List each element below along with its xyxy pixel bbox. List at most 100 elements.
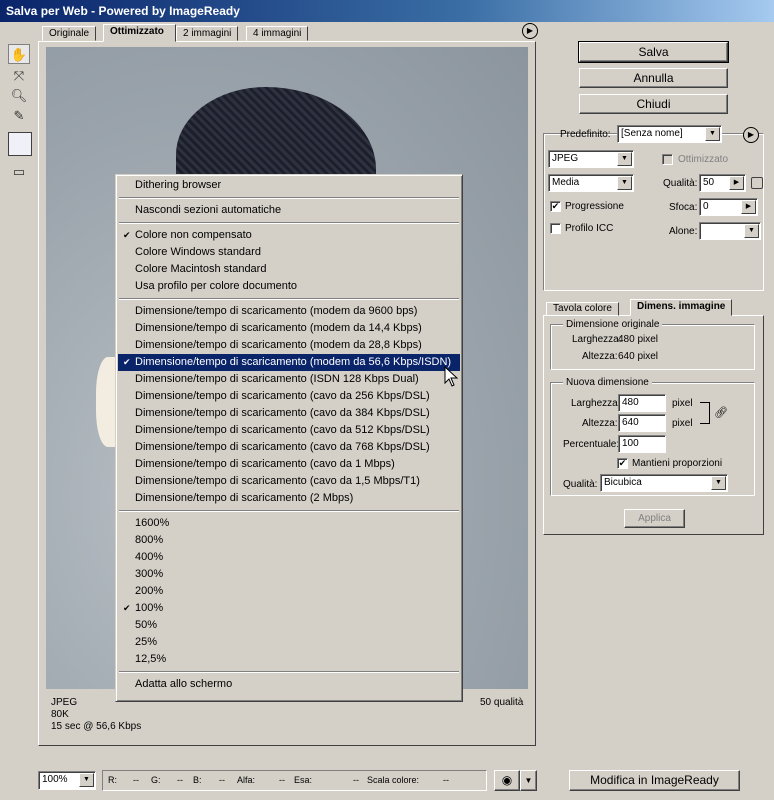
menu-item[interactable]: Dimensione/tempo di scaricamento (2 Mbps…	[118, 490, 460, 507]
menu-item[interactable]: 100%	[118, 600, 460, 617]
tab-4-up[interactable]: 4 immagini	[246, 26, 309, 41]
menu-item[interactable]: Dimensione/tempo di scaricamento (cavo d…	[118, 439, 460, 456]
menu-item[interactable]: Dimensione/tempo di scaricamento (modem …	[118, 303, 460, 320]
menu-item[interactable]: 12,5%	[118, 651, 460, 668]
menu-item[interactable]: 25%	[118, 634, 460, 651]
menu-item[interactable]: 300%	[118, 566, 460, 583]
menu-item[interactable]: Nascondi sezioni automatiche	[118, 202, 460, 219]
cancel-button[interactable]: Annulla	[579, 68, 728, 88]
preset-dropdown[interactable]: [Senza nome] ▼	[617, 125, 722, 143]
optimized-label: Ottimizzato	[678, 154, 729, 165]
menu-item[interactable]: Dimensione/tempo di scaricamento (cavo d…	[118, 473, 460, 490]
slice-select-tool-icon[interactable]: ⤧	[8, 66, 30, 86]
percent-input[interactable]: 100	[618, 435, 666, 453]
b-value: --	[219, 775, 225, 785]
height-label: Altezza:	[582, 418, 618, 429]
menu-item[interactable]: Dimensione/tempo di scaricamento (cavo d…	[118, 405, 460, 422]
progressive-checkbox[interactable]: ✔	[550, 201, 561, 212]
optimized-checkbox[interactable]	[662, 154, 673, 165]
mouse-cursor-icon	[444, 366, 459, 387]
menu-item[interactable]: 50%	[118, 617, 460, 634]
g-value: --	[177, 775, 183, 785]
menu-item[interactable]: Dimensione/tempo di scaricamento (modem …	[118, 354, 460, 371]
menu-item[interactable]: Dimensione/tempo di scaricamento (cavo d…	[118, 456, 460, 473]
image-info: JPEG 80K 15 sec @ 56,6 Kbps	[51, 697, 141, 733]
menu-item[interactable]: Dithering browser	[118, 177, 460, 194]
apply-button[interactable]: Applica	[624, 509, 685, 528]
hand-tool-icon[interactable]: ✋	[8, 44, 30, 64]
window-title: Salva per Web - Powered by ImageReady	[0, 0, 774, 22]
toggle-slices-icon[interactable]: ▭	[8, 162, 30, 182]
alpha-label: Alfa:	[237, 775, 256, 785]
menu-item[interactable]: 1600%	[118, 515, 460, 532]
link-bracket	[700, 402, 710, 424]
tab-2-up[interactable]: 2 immagini	[176, 26, 239, 41]
quality-level-dropdown[interactable]: Media ▼	[548, 174, 634, 192]
menu-item[interactable]: Dimensione/tempo di scaricamento (ISDN 1…	[118, 371, 460, 388]
menu-item[interactable]: Dimensione/tempo di scaricamento (modem …	[118, 320, 460, 337]
quality-value: 50	[703, 177, 715, 188]
constrain-proportions-checkbox[interactable]: ✔	[617, 458, 628, 469]
original-height-value: 640 pixel	[618, 351, 659, 362]
matte-label: Alone:	[669, 226, 698, 237]
progressive-label: Progressione	[565, 201, 624, 212]
quality-level-value: Media	[552, 177, 580, 188]
menu-item[interactable]: Dimensione/tempo di scaricamento (modem …	[118, 337, 460, 354]
browser-globe-icon: ◉	[501, 773, 513, 787]
close-button[interactable]: Chiudi	[579, 94, 728, 114]
color-index-value: --	[443, 775, 449, 785]
tab-color-table[interactable]: Tavola colore	[546, 302, 619, 316]
menu-item[interactable]: Usa profilo per colore documento	[118, 278, 460, 295]
chevron-right-icon: ▶	[729, 176, 744, 190]
menu-item[interactable]: Dimensione/tempo di scaricamento (cavo d…	[118, 422, 460, 439]
g-label: G:	[151, 775, 161, 785]
tab-original[interactable]: Originale	[42, 26, 97, 41]
settings-menu-arrow-icon[interactable]: ▶	[743, 127, 759, 143]
r-label: R:	[108, 775, 117, 785]
width-input[interactable]: 480	[618, 394, 666, 412]
browser-menu-button[interactable]: ▼	[520, 770, 537, 791]
menu-separator	[119, 197, 459, 199]
preview-menu-arrow-icon[interactable]: ▶	[522, 23, 538, 39]
format-value: JPEG	[552, 153, 579, 164]
menu-item[interactable]: 800%	[118, 532, 460, 549]
edit-in-imageready-button[interactable]: Modifica in ImageReady	[569, 770, 740, 791]
eyedropper-color-swatch[interactable]	[8, 132, 32, 156]
tab-image-size[interactable]: Dimens. immagine	[630, 299, 733, 316]
chevron-down-icon: ▼	[79, 773, 94, 787]
new-size-title: Nuova dimensione	[563, 377, 652, 388]
height-input[interactable]: 640	[618, 414, 666, 432]
resample-quality-dropdown[interactable]: Bicubica ▼	[600, 474, 728, 492]
width-unit: pixel	[672, 398, 693, 409]
preset-value: [Senza nome]	[621, 128, 683, 139]
tab-optimized[interactable]: Ottimizzato	[103, 24, 176, 42]
quality-input[interactable]: 50 ▶	[699, 174, 746, 192]
icc-profile-checkbox[interactable]	[550, 223, 561, 234]
color-info-bar: R: -- G: -- B: -- Alfa: -- Esa: -- Scala…	[102, 770, 487, 791]
blur-input[interactable]: 0 ▶	[699, 198, 758, 216]
format-dropdown[interactable]: JPEG ▼	[548, 150, 634, 168]
menu-item[interactable]: Colore non compensato	[118, 227, 460, 244]
eyedropper-tool-icon[interactable]: ✎	[8, 106, 30, 126]
menu-item[interactable]: Dimensione/tempo di scaricamento (cavo d…	[118, 388, 460, 405]
preview-in-browser-button[interactable]: ◉	[494, 770, 520, 791]
zoom-tool-icon[interactable]: 🔍︎	[8, 86, 30, 106]
menu-item[interactable]: Adatta allo schermo	[118, 676, 460, 693]
menu-item[interactable]: Colore Windows standard	[118, 244, 460, 261]
zoom-dropdown[interactable]: 100% ▼	[38, 771, 96, 790]
menu-item[interactable]: Colore Macintosh standard	[118, 261, 460, 278]
original-size-group	[550, 324, 755, 370]
chain-link-icon: 🔗︎	[714, 407, 728, 419]
original-size-title: Dimensione originale	[563, 319, 663, 330]
menu-item[interactable]: 400%	[118, 549, 460, 566]
menu-separator	[119, 671, 459, 673]
matte-dropdown[interactable]: ▼	[699, 222, 761, 240]
save-button[interactable]: Salva	[578, 41, 729, 63]
height-unit: pixel	[672, 418, 693, 429]
zoom-value: 100%	[42, 774, 68, 785]
chevron-down-icon: ▼	[617, 176, 632, 190]
menu-item[interactable]: 200%	[118, 583, 460, 600]
chevron-right-icon: ▶	[741, 200, 756, 214]
b-label: B:	[193, 775, 202, 785]
quality-channel-icon[interactable]	[751, 177, 763, 189]
